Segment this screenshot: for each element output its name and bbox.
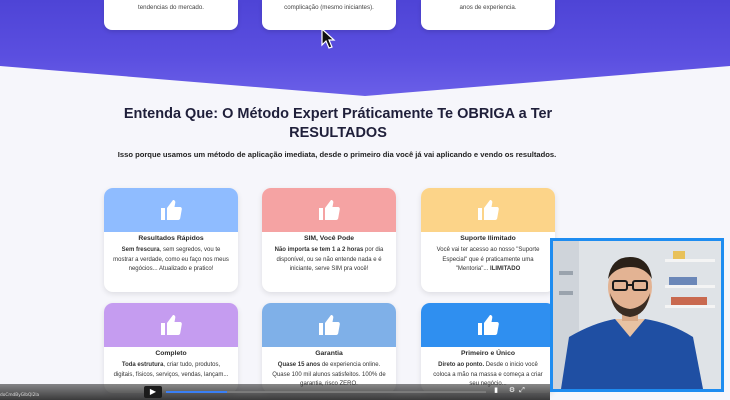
card-title: Primeiro e Único [460,350,515,357]
thumbs-up-icon [478,315,499,335]
benefit-card: Resultados Rápidos Sem frescura, sem seg… [104,188,238,292]
benefit-card: Completo Toda estrutura, criar tudo, pro… [104,303,238,393]
feature-card-text: anos de experiencia. [459,4,517,11]
page-subheadline: Isso porque usamos um método de aplicaçã… [117,150,557,159]
thumbs-up-icon [478,200,499,220]
card-title: Completo [155,350,187,357]
play-icon: ▶ [149,387,157,396]
card-title: SIM, Você Pode [303,235,355,242]
card-header [104,303,238,347]
benefit-card: Garantia Quase 15 anos de experiencia on… [262,303,396,393]
video-time: 08:59 [218,381,231,386]
card-body: Não importa se tem 1 a 2 horas por dia d… [274,247,384,272]
benefit-card: Suporte Ilimitado Você vai ter acesso ao… [421,188,555,292]
card-header [262,303,396,347]
benefit-card: Primeiro e Único Direto ao ponto. Desde … [421,303,555,393]
presenter-video-image [553,241,721,389]
benefit-card: SIM, Você Pode Não importa se tem 1 a 2 … [262,188,396,292]
mouse-cursor-icon [321,28,336,49]
thumbs-up-icon [319,315,340,335]
card-header [262,188,396,232]
page-headline: Entenda Que: O Método Expert Práticament… [123,106,553,141]
feature-card-text: complicação (mesmo iniciantes). [284,4,374,11]
card-body: Você vai ter acesso ao nosso "Suporte Es… [436,247,540,272]
feature-card-top: tendencias do mercado. [104,0,238,30]
card-header [421,303,555,347]
feature-card-top: complicação (mesmo iniciantes). [262,0,396,30]
thumbs-up-icon [319,200,340,220]
feature-card-text: tendencias do mercado. [137,4,205,11]
card-title: Resultados Rápidos [138,235,204,242]
video-progress-fill [166,391,227,393]
video-id-label: doCmdByGlbQl2la [0,393,40,398]
card-body: Toda estrutura, criar tudo, produtos, di… [113,362,229,378]
thumbs-up-icon [161,315,182,335]
card-header [421,188,555,232]
card-title: Garantia [315,350,343,357]
play-button[interactable]: ▶ [144,386,162,398]
feature-card-top: anos de experiencia. [421,0,555,30]
volume-icon[interactable]: ▮ [492,387,500,395]
card-body: Sem frescura, sem segredos, vou te mostr… [113,247,229,272]
fullscreen-icon[interactable]: ⤢ [518,387,526,395]
card-header [104,188,238,232]
card-title: Suporte Ilimitado [460,235,516,242]
settings-icon[interactable]: ⚙ [508,387,516,395]
thumbs-up-icon [161,200,182,220]
webcam-overlay [550,238,724,392]
